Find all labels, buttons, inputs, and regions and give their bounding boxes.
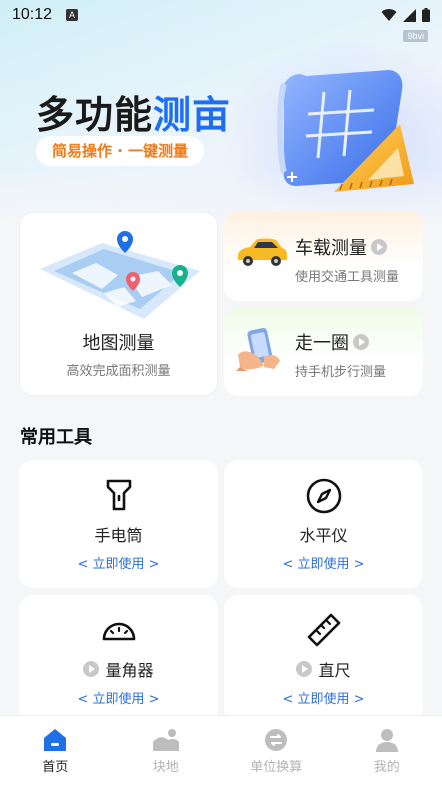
tool-card-flashlight[interactable]: 手电筒 < 立即使用 > [19, 460, 218, 588]
version-tag: 9bvi [403, 30, 428, 42]
banner-title: 多功能测亩 [36, 95, 232, 137]
use-now-link[interactable]: < 立即使用 > [19, 688, 218, 707]
tool-card-level[interactable]: 水平仪 < 立即使用 > [224, 460, 423, 588]
phone-hand-icon [236, 328, 280, 371]
nav-item-convert[interactable]: 单位换算 [221, 716, 332, 785]
nav-item-home[interactable]: 首页 [0, 716, 111, 785]
notification-icon: A [66, 9, 79, 21]
tool-card-ruler[interactable]: 直尺 < 立即使用 > [224, 595, 423, 723]
compass-icon [306, 478, 341, 514]
tool-name: 水平仪 [299, 526, 348, 545]
walk-measure-subtitle: 持手机步行测量 [295, 365, 387, 380]
tool-card-protractor[interactable]: 量角器 < 立即使用 > [19, 595, 218, 723]
nav-label: 首页 [42, 760, 69, 775]
map-pins-icon [40, 231, 200, 319]
walk-measure-title-row: 走一圈 [295, 329, 369, 355]
map-measure-subtitle: 高效完成面积测量 [66, 364, 171, 379]
play-icon[interactable] [371, 239, 387, 255]
car-measure-title: 车载测量 [295, 238, 367, 259]
use-now-link[interactable]: < 立即使用 > [224, 688, 423, 707]
flashlight-icon [106, 479, 131, 511]
car-measure-subtitle: 使用交通工具测量 [295, 270, 400, 285]
battery-icon [422, 8, 430, 22]
tool-name: 手电筒 [94, 526, 143, 545]
tools-section-title: 常用工具 [20, 427, 92, 448]
profile-icon [375, 729, 398, 752]
car-measure-title-row: 车载测量 [295, 234, 387, 260]
play-icon[interactable] [296, 661, 313, 677]
play-icon[interactable] [83, 661, 100, 677]
car-icon [238, 238, 287, 266]
nav-item-profile[interactable]: 我的 [332, 716, 442, 785]
map-ruler-illustration-icon [277, 70, 414, 192]
status-time: 10:12 [12, 6, 53, 23]
convert-icon [265, 729, 288, 751]
signal-icon [403, 8, 416, 22]
use-now-link[interactable]: < 立即使用 > [19, 553, 218, 572]
use-now-link[interactable]: < 立即使用 > [224, 553, 423, 572]
nav-label: 块地 [152, 760, 179, 775]
home-icon [44, 729, 67, 751]
nav-label: 单位换算 [250, 760, 303, 775]
bottom-nav: 首页 块地 单位换算 我的 [0, 715, 442, 785]
nav-item-land[interactable]: 块地 [111, 716, 222, 785]
banner: 10:12 A 9bvi 多功能测亩 简易操作 · 一键测量 [0, 0, 442, 230]
walk-measure-title: 走一圈 [295, 333, 349, 354]
tool-name: 直尺 [318, 661, 351, 680]
map-measure-title: 地图测量 [82, 333, 155, 354]
nav-label: 我的 [373, 760, 400, 775]
ruler-icon [307, 613, 340, 647]
map-measure-card[interactable]: 地图测量 高效完成面积测量 [19, 212, 218, 396]
status-bar: 10:12 A [0, 0, 442, 30]
land-icon [152, 729, 179, 751]
play-icon[interactable] [353, 334, 369, 350]
protractor-icon [102, 622, 135, 641]
car-measure-card[interactable]: 车载测量 使用交通工具测量 [224, 212, 423, 301]
tool-name: 量角器 [105, 661, 154, 680]
wifi-icon [381, 9, 397, 21]
banner-subtitle: 简易操作 · 一键测量 [36, 136, 205, 166]
walk-measure-card[interactable]: 走一圈 持手机步行测量 [224, 307, 423, 396]
